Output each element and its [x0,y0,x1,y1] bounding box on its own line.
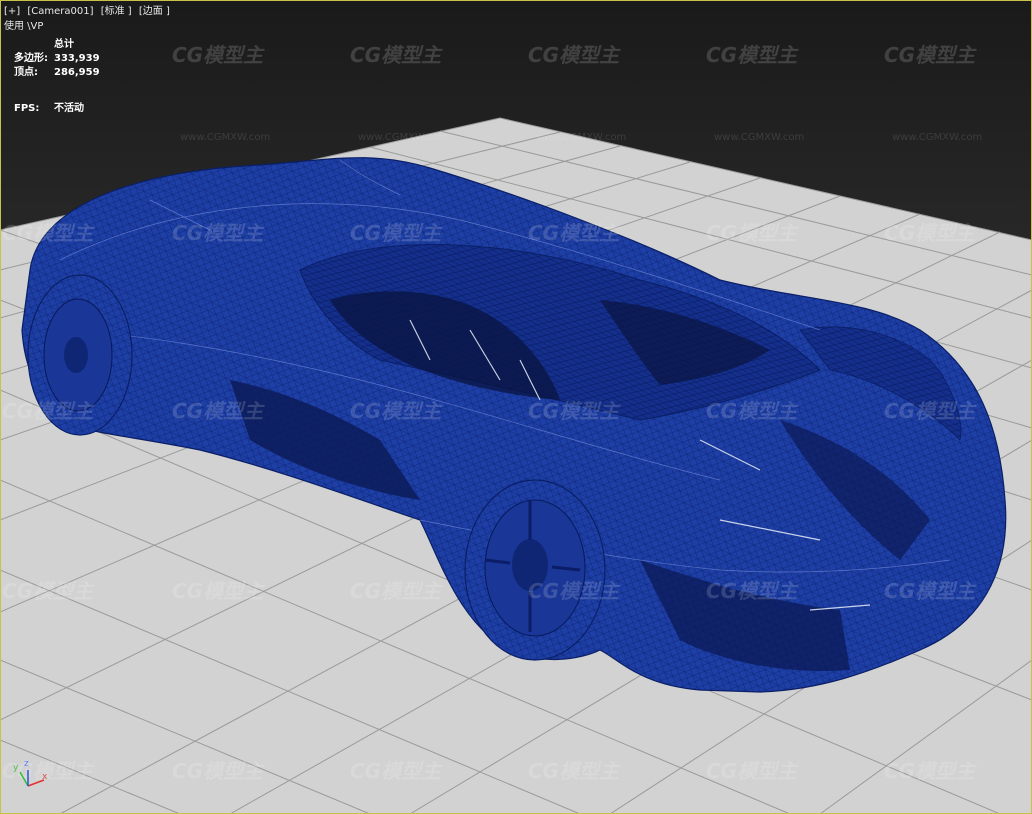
viewport-shading-menu[interactable]: [标准 ] [101,6,132,17]
svg-text:CG模型主: CG模型主 [2,221,95,245]
viewport-camera001[interactable]: CG模型主 CG模型主 CG模型主 CG模型主 CG模型主 www.CGMXW.… [0,0,1032,814]
axis-y-label: y [13,763,19,773]
svg-text:CG模型主: CG模型主 [706,43,799,67]
svg-text:CG模型主: CG模型主 [528,399,621,423]
svg-text:CG模型主: CG模型主 [350,43,443,67]
svg-text:www.CGMXW.com: www.CGMXW.com [892,132,982,143]
svg-text:CG模型主: CG模型主 [706,399,799,423]
svg-text:CG模型主: CG模型主 [172,43,265,67]
svg-text:CG模型主: CG模型主 [706,221,799,245]
svg-text:CG模型主: CG模型主 [172,221,265,245]
fps-readout: FPS: 不活动 [14,102,84,116]
svg-text:CG模型主: CG模型主 [172,579,265,603]
svg-text:CG模型主: CG模型主 [350,399,443,423]
svg-text:CG模型主: CG模型主 [350,221,443,245]
verts-value: 286,959 [54,67,100,78]
svg-text:CG模型主: CG模型主 [884,221,977,245]
svg-text:CG模型主: CG模型主 [172,759,265,783]
svg-text:CG模型主: CG模型主 [528,759,621,783]
svg-text:CG模型主: CG模型主 [2,579,95,603]
viewport-edges-menu[interactable]: [边面 ] [139,6,170,17]
svg-text:CG模型主: CG模型主 [172,399,265,423]
polys-label: 多边形: [14,53,48,64]
viewport-mode-label: 使用 \VP [4,21,44,32]
svg-text:CG模型主: CG模型主 [528,579,621,603]
svg-text:CG模型主: CG模型主 [2,399,95,423]
svg-text:www.CGMXW.com: www.CGMXW.com [536,132,626,143]
svg-text:www.CGMXW.com: www.CGMXW.com [180,132,270,143]
svg-text:CG模型主: CG模型主 [884,579,977,603]
svg-text:CG模型主: CG模型主 [706,579,799,603]
axis-x-label: x [42,772,48,782]
svg-text:CG模型主: CG模型主 [528,221,621,245]
stats-header: 总计 [54,39,74,50]
svg-text:CG模型主: CG模型主 [528,43,621,67]
svg-text:www.CGMXW.com: www.CGMXW.com [714,132,804,143]
axis-z-label: z [24,759,29,769]
fps-label: FPS: [14,103,40,114]
front-wheel [464,479,606,661]
viewport-label-menu[interactable]: [+] [Camera001] [标准 ] [边面 ] [4,5,174,19]
svg-text:CG模型主: CG模型主 [884,43,977,67]
svg-text:CG模型主: CG模型主 [350,579,443,603]
scene-statistics: 总计 多边形: 333,939 顶点: 286,959 [14,38,100,80]
polys-value: 333,939 [54,53,100,64]
verts-label: 顶点: [14,67,38,78]
svg-text:CG模型主: CG模型主 [884,399,977,423]
svg-text:CG模型主: CG模型主 [350,759,443,783]
svg-text:CG模型主: CG模型主 [884,759,977,783]
viewport-camera-menu[interactable]: [Camera001] [27,6,93,17]
svg-text:www.CGMXW.com: www.CGMXW.com [358,132,448,143]
svg-text:CG模型主: CG模型主 [706,759,799,783]
fps-value: 不活动 [54,103,84,114]
viewport-plus-menu[interactable]: [+] [4,6,20,17]
viewport-scene: CG模型主 CG模型主 CG模型主 CG模型主 CG模型主 www.CGMXW.… [0,43,1032,814]
